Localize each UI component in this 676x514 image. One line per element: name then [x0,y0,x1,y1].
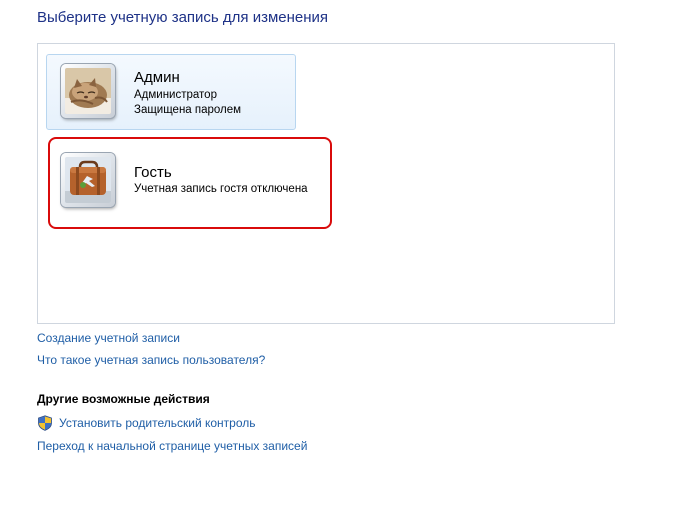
suitcase-avatar-icon [61,153,115,207]
account-tile-guest[interactable]: Гость Учетная запись гостя отключена [48,137,332,229]
account-name: Гость [134,164,172,181]
what-is-account-link[interactable]: Что такое учетная запись пользователя? [37,353,265,367]
page-title: Выберите учетную запись для изменения [37,9,329,26]
accounts-list: Админ Администратор Защищена паролем Гос… [37,43,615,324]
account-name: Админ [134,69,180,86]
account-status: Защищена паролем [134,104,242,116]
uac-shield-icon [38,415,52,431]
account-status: Учетная запись гостя отключена [134,183,308,195]
parental-control-link[interactable]: Установить родительский контроль [37,414,256,432]
account-type: Администратор [134,89,217,101]
parental-control-label: Установить родительский контроль [59,416,256,430]
account-tile-admin[interactable]: Админ Администратор Защищена паролем [46,54,296,130]
kitten-avatar-icon [61,64,115,118]
create-account-link[interactable]: Создание учетной записи [37,331,180,345]
accounts-home-link[interactable]: Переход к начальной странице учетных зап… [37,439,307,453]
other-actions-heading: Другие возможные действия [37,392,210,406]
